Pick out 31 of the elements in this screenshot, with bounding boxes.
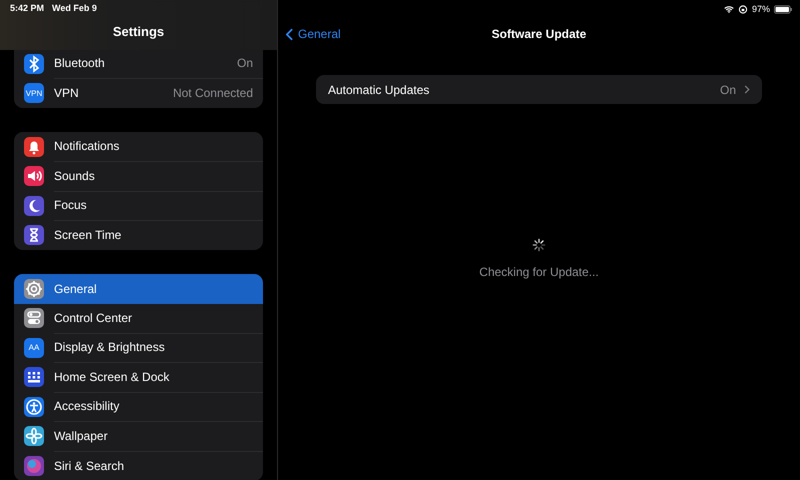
wifi-icon [724, 4, 734, 14]
setting-label: Automatic Updates [328, 82, 430, 96]
status-date: Wed Feb 9 [52, 3, 97, 13]
page-title: Software Update [492, 27, 586, 41]
settings-item[interactable]: Siri & Search [14, 451, 263, 480]
rotation-lock-icon [738, 4, 748, 14]
chevron-left-icon [286, 28, 293, 40]
settings-item[interactable]: VPN VPN Not Connected [14, 78, 263, 108]
settings-item[interactable]: Control Center [14, 304, 263, 333]
sidebar-title: Settings [112, 24, 166, 39]
setting-value: On [720, 82, 736, 96]
settings-item[interactable]: General [14, 274, 263, 304]
automatic-updates-row[interactable]: Automatic Updates On [316, 75, 762, 104]
chevron-right-icon [744, 85, 750, 94]
settings-item[interactable]: AA Display & Brightness [14, 333, 263, 362]
back-button[interactable]: General [286, 27, 341, 41]
status-time: 5:42 PM [10, 3, 44, 13]
status-message: Checking for Update... [479, 265, 599, 279]
loading-spinner-icon [532, 238, 546, 252]
settings-item[interactable]: Bluetooth On [14, 49, 263, 78]
app-icon: AA [24, 338, 44, 358]
settings-item[interactable]: Sounds [14, 162, 263, 191]
settings-item[interactable]: Screen Time [14, 220, 263, 250]
battery-percent: 97% [752, 4, 770, 14]
settings-item[interactable]: Wallpaper [14, 422, 263, 451]
battery-icon [774, 4, 792, 14]
settings-item[interactable]: Home Screen & Dock [14, 362, 263, 392]
settings-item[interactable]: Focus [14, 191, 263, 220]
settings-item[interactable]: Notifications [14, 132, 263, 162]
app-icon: VPN [24, 83, 44, 104]
settings-item[interactable]: Accessibility [14, 392, 263, 422]
